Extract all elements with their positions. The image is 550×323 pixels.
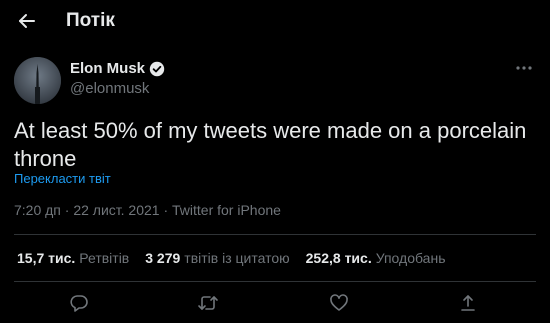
retweets-count: 15,7 тис. bbox=[17, 250, 76, 266]
tweet-stats: 15,7 тис. Ретвітів 3 279 твітів із цитат… bbox=[17, 250, 446, 266]
author-name-row[interactable]: Elon Musk bbox=[70, 60, 165, 77]
retweet-icon bbox=[197, 293, 219, 313]
retweet-button[interactable] bbox=[195, 290, 221, 316]
retweets-label: Ретвітів bbox=[79, 250, 130, 266]
avatar[interactable] bbox=[14, 57, 61, 104]
page-title: Потік bbox=[66, 10, 115, 31]
action-bar bbox=[0, 288, 550, 318]
likes-stat[interactable]: 252,8 тис. Уподобань bbox=[306, 250, 446, 266]
like-button[interactable] bbox=[326, 290, 352, 316]
more-horizontal-icon bbox=[515, 65, 533, 71]
reply-button[interactable] bbox=[66, 290, 92, 316]
reply-icon bbox=[69, 293, 89, 313]
verified-badge-icon bbox=[149, 61, 165, 77]
divider bbox=[14, 234, 536, 235]
likes-count: 252,8 тис. bbox=[305, 250, 372, 266]
more-button[interactable] bbox=[510, 58, 538, 78]
author-name[interactable]: Elon Musk bbox=[70, 60, 145, 77]
heart-icon bbox=[329, 293, 349, 313]
retweets-stat[interactable]: 15,7 тис. Ретвітів bbox=[17, 250, 129, 266]
share-button[interactable] bbox=[455, 290, 481, 316]
tweet-meta[interactable]: 7:20 дп · 22 лист. 2021 · Twitter for iP… bbox=[14, 202, 281, 218]
divider bbox=[14, 281, 536, 282]
tweet-text: At least 50% of my tweets were made on a… bbox=[14, 118, 527, 171]
translate-tweet-link[interactable]: Перекласти твіт bbox=[14, 171, 111, 186]
arrow-left-icon bbox=[17, 11, 37, 31]
quotes-label: твітів із цитатою bbox=[184, 250, 290, 266]
share-icon bbox=[458, 293, 478, 313]
header-bar: Потік bbox=[0, 0, 550, 44]
quotes-count: 3 279 bbox=[145, 250, 181, 266]
back-button[interactable] bbox=[12, 6, 42, 36]
author-handle[interactable]: @elonmusk bbox=[70, 80, 149, 97]
quotes-stat[interactable]: 3 279 твітів із цитатою bbox=[145, 250, 289, 266]
likes-label: Уподобань bbox=[375, 250, 446, 266]
